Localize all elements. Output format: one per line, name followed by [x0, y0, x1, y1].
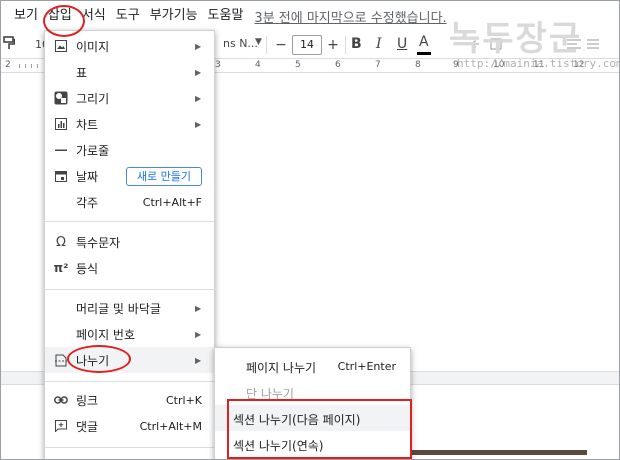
menu-separator: [45, 289, 214, 290]
decrease-font-size-button[interactable]: −: [271, 35, 291, 55]
submenu-item-label: 페이지 나누기: [246, 361, 317, 375]
menu-item-chart[interactable]: 차트 ▶: [45, 111, 214, 137]
last-edit-link[interactable]: 3분 전에 마지막으로 수정했습니다.: [254, 7, 446, 26]
ruler-number: 8: [415, 60, 421, 70]
submenu-item-shortcut: Ctrl+Enter: [337, 360, 396, 373]
menu-separator: [45, 447, 214, 448]
menu-item-shortcut: Ctrl+Alt+M: [139, 419, 202, 433]
calendar-icon: [53, 168, 69, 184]
text-color-swatch: [417, 52, 431, 55]
date-new-button[interactable]: 새로 만들기: [126, 167, 202, 186]
chevron-right-icon: ▶: [195, 67, 202, 77]
menu-item-label: 가로줄: [76, 143, 110, 158]
ruler-tick: [31, 64, 32, 68]
chevron-down-icon: ▼: [255, 37, 262, 47]
menu-item-equation[interactable]: π² 등식: [45, 255, 214, 281]
menu-item-label: 이미지: [76, 39, 110, 54]
link-icon: [53, 392, 69, 408]
menu-help[interactable]: 도움말: [203, 5, 249, 27]
horizontal-line-icon: [53, 142, 69, 158]
menu-item-special-characters[interactable]: Ω 특수문자: [45, 229, 214, 255]
font-select[interactable]: ns N...: [223, 37, 258, 50]
bold-button[interactable]: B: [351, 36, 362, 52]
menu-item-label: 그리기: [76, 91, 110, 106]
menu-separator: [45, 381, 214, 382]
menu-item-page-number[interactable]: 페이지 번호 ▶: [45, 321, 214, 347]
menu-item-shortcut: Ctrl+Alt+F: [142, 195, 202, 209]
menu-item-label: 특수문자: [76, 235, 121, 250]
ruler-number: 6: [335, 60, 341, 70]
menu-item-label: 머리글 및 바닥글: [76, 301, 161, 316]
menu-tools[interactable]: 도구: [111, 5, 145, 27]
menu-item-table[interactable]: 표 ▶: [45, 59, 214, 85]
menu-item-label: 페이지 번호: [76, 327, 136, 342]
watermark-url: http://mainia.tistory.com: [457, 57, 620, 70]
menu-item-horizontal-line[interactable]: 가로줄: [45, 137, 214, 163]
menu-item-label: 댓글: [76, 419, 99, 434]
font-size-input[interactable]: 14: [292, 35, 322, 55]
menu-item-label: 링크: [76, 393, 99, 408]
comment-icon: [53, 418, 69, 434]
ruler-number: 2: [5, 60, 11, 70]
menu-item-footnote[interactable]: 각주 Ctrl+Alt+F: [45, 189, 214, 215]
italic-button[interactable]: I: [376, 36, 382, 52]
menu-item-date[interactable]: 날짜 새로 만들기: [45, 163, 214, 189]
chevron-right-icon: ▶: [195, 93, 202, 103]
ruler-number: 7: [375, 60, 381, 70]
toolbar-divider: [266, 36, 267, 54]
ruler-number: 3: [215, 60, 221, 70]
docs-window: 보기 삽입 서식 도구 부가기능 도움말 3분 전에 마지막으로 수정했습니다.…: [0, 0, 620, 460]
toolbar-divider: [345, 36, 346, 54]
chevron-right-icon: ▶: [195, 355, 202, 365]
chart-icon: [53, 116, 69, 132]
menu-item-shortcut: Ctrl+K: [165, 393, 202, 407]
paint-format-icon[interactable]: [3, 36, 16, 54]
ruler-tick: [19, 64, 20, 68]
annotation-ellipse-insert: [43, 5, 85, 37]
insert-menu: 이미지 ▶ 표 ▶ 그리기 ▶ 차트 ▶ 가로줄 날짜 새로 만들기 각주 Ct…: [44, 30, 215, 459]
menu-item-link[interactable]: 링크 Ctrl+K: [45, 387, 214, 413]
text-color-button[interactable]: A: [419, 34, 429, 50]
document-image-edge: [407, 450, 587, 455]
ruler-number: 4: [255, 60, 261, 70]
annotation-ellipse-break: [67, 345, 131, 373]
underline-button[interactable]: U: [397, 36, 407, 52]
increase-font-size-button[interactable]: +: [323, 35, 343, 55]
menu-separator: [45, 221, 214, 222]
watermark-title: 녹두장군: [449, 19, 583, 59]
chevron-right-icon: ▶: [195, 329, 202, 339]
submenu-item-page-break[interactable]: 페이지 나누기 Ctrl+Enter: [215, 353, 410, 379]
menu-item-image[interactable]: 이미지 ▶: [45, 33, 214, 59]
annotation-rect-section-breaks: [227, 399, 412, 459]
drawing-icon: [53, 90, 69, 106]
menu-addons[interactable]: 부가기능: [145, 5, 203, 27]
menu-view[interactable]: 보기: [9, 5, 43, 27]
chevron-right-icon: ▶: [195, 119, 202, 129]
menu-item-comment[interactable]: 댓글 Ctrl+Alt+M: [45, 413, 214, 439]
menu-item-label: 차트: [76, 117, 99, 132]
ruler-tick: [37, 64, 38, 68]
menu-item-header-footer[interactable]: 머리글 및 바닥글 ▶: [45, 295, 214, 321]
pi-icon: π²: [53, 261, 69, 275]
image-icon: [53, 38, 69, 54]
omega-icon: Ω: [56, 234, 66, 250]
chevron-right-icon: ▶: [195, 303, 202, 313]
ruler-number: 5: [295, 60, 301, 70]
menu-item-label: 표: [76, 65, 88, 80]
ruler-tick: [25, 64, 26, 68]
menu-item-label: 각주: [76, 195, 99, 210]
menu-item-drawing[interactable]: 그리기 ▶: [45, 85, 214, 111]
menu-item-label: 날짜: [76, 169, 99, 184]
menu-item-label: 등식: [76, 261, 99, 276]
chevron-right-icon: ▶: [195, 41, 202, 51]
